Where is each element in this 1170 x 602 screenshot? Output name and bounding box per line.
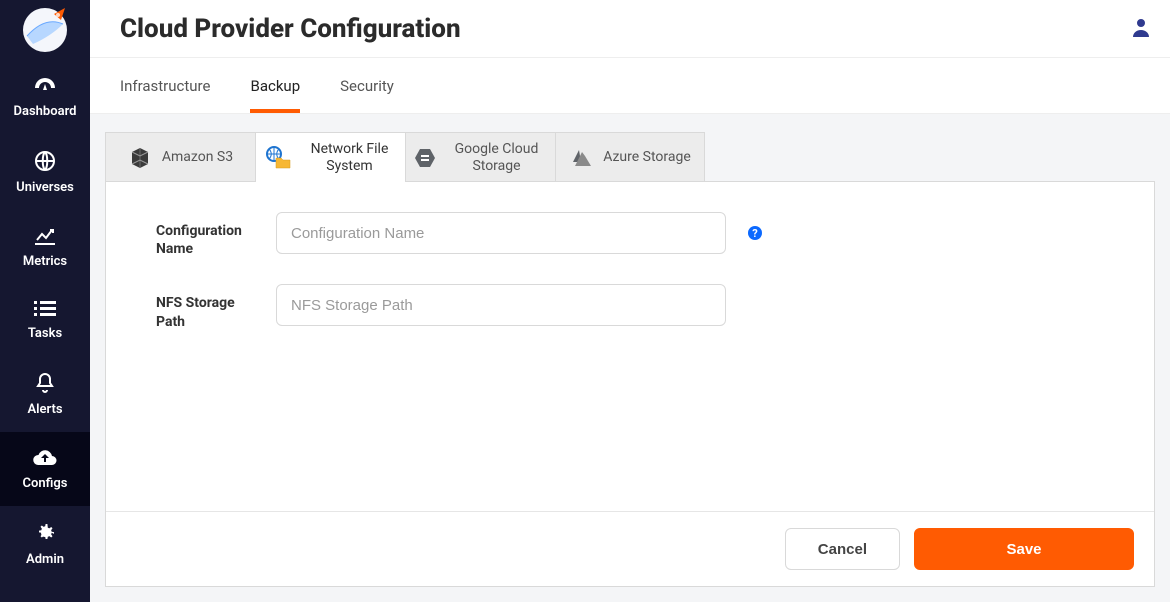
save-button[interactable]: Save [914, 528, 1134, 570]
provider-tab-label: Google Cloud Storage [446, 141, 547, 175]
sidebar-item-label: Configs [23, 477, 68, 490]
row-nfs-path: NFS Storage Path [156, 284, 1104, 330]
page-title: Cloud Provider Configuration [120, 14, 461, 44]
sidebar-item-dashboard[interactable]: Dashboard [0, 60, 90, 134]
chart-line-icon [33, 226, 57, 249]
sidebar-item-tasks[interactable]: Tasks [0, 284, 90, 356]
label-nfs-path: NFS Storage Path [156, 284, 256, 330]
input-nfs-path[interactable] [276, 284, 726, 326]
content-area: Amazon S3 Network File System Google Clo… [90, 114, 1170, 602]
list-icon [34, 300, 56, 321]
sidebar-item-label: Metrics [23, 255, 67, 268]
tab-security[interactable]: Security [340, 77, 394, 113]
provider-tab-gcs[interactable]: Google Cloud Storage [405, 132, 555, 182]
azure-icon [569, 148, 593, 168]
provider-tab-azure[interactable]: Azure Storage [555, 132, 705, 182]
row-config-name: Configuration Name ? [156, 212, 1104, 258]
provider-tabs: Amazon S3 Network File System Google Clo… [105, 114, 1155, 182]
sidebar-item-admin[interactable]: Admin [0, 506, 90, 582]
panel-footer: Cancel Save [106, 511, 1154, 586]
provider-tab-nfs[interactable]: Network File System [255, 132, 405, 182]
provider-tab-amazon-s3[interactable]: Amazon S3 [105, 132, 255, 182]
help-icon[interactable]: ? [746, 224, 764, 242]
sidebar-item-label: Universes [16, 181, 74, 194]
sidebar-item-label: Tasks [28, 327, 62, 340]
sidebar-item-label: Dashboard [14, 105, 77, 118]
sidebar-item-configs[interactable]: Configs [0, 432, 90, 506]
provider-tab-label: Network File System [302, 141, 397, 175]
cancel-button[interactable]: Cancel [785, 528, 900, 570]
topbar: Cloud Provider Configuration [90, 0, 1170, 58]
globe-icon [34, 150, 56, 175]
cloud-upload-icon [32, 448, 58, 471]
top-tabs: Infrastructure Backup Security [90, 58, 1170, 114]
input-config-name[interactable] [276, 212, 726, 254]
label-config-name: Configuration Name [156, 212, 256, 258]
tab-backup[interactable]: Backup [250, 77, 300, 113]
app-logo [21, 6, 69, 54]
gear-icon [34, 522, 56, 547]
svg-text:?: ? [752, 227, 758, 240]
sidebar-item-alerts[interactable]: Alerts [0, 356, 90, 432]
tab-infrastructure[interactable]: Infrastructure [120, 77, 210, 113]
sidebar-item-label: Admin [26, 553, 64, 566]
bell-icon [35, 372, 55, 397]
provider-tab-label: Amazon S3 [162, 149, 233, 166]
config-panel: Configuration Name ? NFS Storage Path Ca… [105, 181, 1155, 587]
amazon-s3-icon [128, 146, 152, 170]
user-icon[interactable] [1132, 17, 1150, 41]
sidebar-item-universes[interactable]: Universes [0, 134, 90, 210]
main-area: Cloud Provider Configuration Infrastruct… [90, 0, 1170, 602]
provider-tab-label: Azure Storage [603, 149, 691, 166]
sidebar-item-label: Alerts [27, 403, 62, 416]
dashboard-icon [33, 76, 57, 99]
form-area: Configuration Name ? NFS Storage Path [106, 182, 1154, 511]
sidebar: Dashboard Universes Metrics Tasks Alerts… [0, 0, 90, 602]
network-folder-icon [264, 146, 292, 170]
gcs-icon [414, 147, 436, 169]
sidebar-item-metrics[interactable]: Metrics [0, 210, 90, 284]
